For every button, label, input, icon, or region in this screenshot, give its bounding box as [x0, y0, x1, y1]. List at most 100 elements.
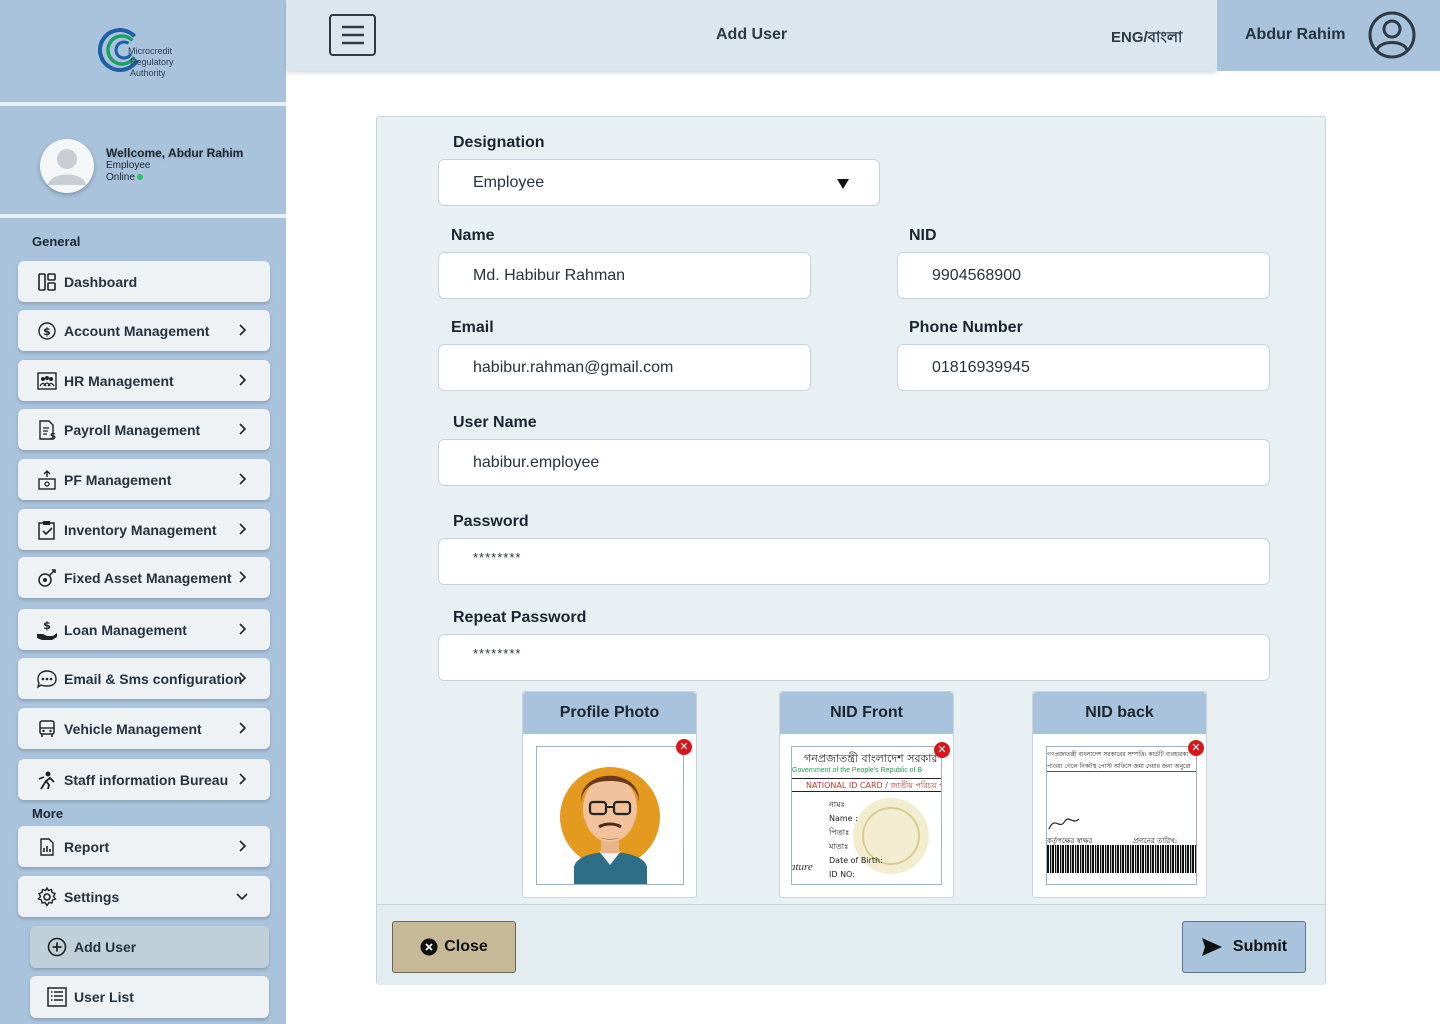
sidebar-item-label: Email & Sms configuration [64, 670, 243, 687]
sidebar-item-label: Dashboard [64, 273, 138, 290]
sidebar-item-payroll-management[interactable]: $ Payroll Management [18, 409, 270, 450]
nid-front-field: পিতাঃ [829, 828, 850, 837]
payroll-icon: $ [36, 419, 58, 441]
nid-front-title: NID Front [780, 692, 953, 734]
send-icon [1201, 938, 1222, 956]
chevron-right-icon [239, 423, 247, 435]
username-input[interactable]: habibur.employee [438, 439, 1270, 486]
chevron-right-icon [239, 773, 247, 785]
repeat-password-input[interactable]: ******** [438, 634, 1270, 681]
submit-button-label: Submit [1232, 938, 1288, 955]
password-input[interactable]: ******** [438, 538, 1270, 585]
close-circle-icon [420, 938, 438, 956]
sidebar-item-fixed-asset-management[interactable]: Fixed Asset Management [18, 557, 270, 598]
plus-circle-icon [46, 936, 68, 958]
nid-front-field: Date of Birth: [829, 856, 883, 865]
nid-back-barcode [1047, 845, 1196, 873]
chevron-right-icon [239, 473, 247, 485]
sidebar-item-loan-management[interactable]: $ Loan Management [18, 609, 270, 650]
nid-back-divider [1047, 771, 1196, 772]
password-label: Password [453, 513, 529, 530]
sidebar-item-report[interactable]: Report [18, 826, 270, 867]
profile-photo-title: Profile Photo [523, 692, 696, 734]
sidebar-item-label: Payroll Management [64, 421, 201, 438]
clipboard-check-icon [36, 519, 58, 541]
user-menu[interactable]: Abdur Rahim [1217, 0, 1440, 71]
chevron-right-icon [239, 722, 247, 734]
sidebar-item-settings[interactable]: Settings [18, 876, 270, 917]
hamburger-icon [341, 25, 364, 45]
nid-front-field: Name : [829, 814, 858, 823]
nid-front-divider [792, 778, 941, 779]
loan-hand-icon: $ [36, 619, 58, 641]
signature-scribble-icon [1048, 818, 1080, 830]
hamburger-menu-button[interactable] [329, 14, 376, 56]
designation-label: Designation [453, 134, 545, 151]
sidebar-subitem-add-user[interactable]: Add User [30, 926, 269, 968]
name-input[interactable]: Md. Habibur Rahman [438, 252, 811, 299]
sidebar-item-label: Vehicle Management [64, 720, 202, 737]
svg-text:$: $ [50, 432, 56, 440]
remove-nid-front-icon[interactable]: ✕ [934, 742, 950, 758]
profile-photo-image [560, 767, 660, 884]
language-toggle[interactable]: ENG/বাংলা [1111, 26, 1182, 51]
chevron-right-icon [239, 571, 247, 583]
nid-label: NID [909, 227, 937, 244]
close-button-label: Close [444, 938, 488, 955]
nid-front-field: ID NO: [829, 870, 855, 879]
top-header: Add User ENG/বাংলা [286, 0, 1217, 71]
section-more: More [32, 806, 64, 821]
remove-nid-back-icon[interactable]: ✕ [1188, 740, 1204, 756]
sidebar-subitem-label: Add User [74, 939, 137, 955]
sidebar-item-staff-information-bureau[interactable]: Staff information Bureau [18, 759, 270, 800]
brand-line-3: Authority [130, 68, 166, 78]
sidebar-subitem-user-list[interactable]: User List [30, 976, 269, 1018]
phone-input[interactable]: 01816939945 [897, 344, 1270, 391]
repeat-password-label: Repeat Password [453, 609, 587, 626]
nid-input[interactable]: 9904568900 [897, 252, 1270, 299]
pf-icon [36, 469, 58, 491]
sidebar-subitem-label: User List [74, 989, 134, 1005]
sidebar-item-label: Account Management [64, 322, 210, 339]
nid-front-upload[interactable]: NID Front গনপ্রজাতন্ত্রী বাংলাদেশ সরকার … [779, 691, 954, 898]
sidebar-item-label: PF Management [64, 471, 172, 488]
nid-back-upload[interactable]: NID back গণপ্রজাতন্ত্রী বাংলাদেশ সরকারের… [1032, 691, 1207, 898]
remove-profile-photo-icon[interactable]: ✕ [676, 739, 692, 755]
dashboard-icon [36, 271, 58, 293]
user-account-icon [1368, 11, 1416, 59]
role-text: Employee [106, 160, 151, 171]
nid-front-en-title: Government of the People's Republic of B [792, 767, 923, 774]
email-input[interactable]: habibur.rahman@gmail.com [438, 344, 811, 391]
form-footer: Close Submit [377, 904, 1325, 985]
close-button[interactable]: Close [392, 921, 516, 973]
sidebar-item-pf-management[interactable]: PF Management [18, 459, 270, 500]
nid-front-divider-2 [792, 791, 941, 792]
nid-back-line-1: গণপ্রজাতন্ত্রী বাংলাদেশ সরকারের সম্পত্তি… [1047, 751, 1189, 758]
brand-line-2: Regulatory [130, 57, 174, 67]
sidebar-item-account-management[interactable]: $ Account Management [18, 310, 270, 351]
nid-front-preview: গনপ্রজাতন্ত্রী বাংলাদেশ সরকার Government… [791, 746, 942, 885]
logo-text: Microcredit Regulatory Authority [128, 46, 174, 79]
sidebar-item-inventory-management[interactable]: Inventory Management [18, 509, 270, 550]
sidebar-item-hr-management[interactable]: HR Management [18, 360, 270, 401]
sidebar-item-vehicle-management[interactable]: Vehicle Management [18, 708, 270, 749]
sidebar-item-label: Settings [64, 888, 120, 905]
sidebar-item-email-sms-configuration[interactable]: Email & Sms configuration [18, 658, 270, 699]
gear-icon [36, 886, 58, 908]
profile-photo-preview [536, 746, 684, 885]
phone-label: Phone Number [909, 319, 1023, 336]
nid-front-signature: ature [791, 861, 813, 873]
designation-select[interactable]: Employee [438, 159, 880, 206]
chevron-right-icon [239, 672, 247, 684]
profile-photo-upload[interactable]: Profile Photo ✕ [522, 691, 697, 898]
add-user-form: Designation Employee Name Md. Habibur Ra… [376, 116, 1326, 985]
chevron-right-icon [239, 374, 247, 386]
chat-icon [36, 668, 58, 690]
list-icon [46, 986, 68, 1008]
submit-button[interactable]: Submit [1182, 921, 1306, 973]
name-label: Name [451, 227, 495, 244]
sidebar-item-dashboard[interactable]: Dashboard [18, 261, 270, 302]
section-general: General [32, 234, 81, 249]
team-icon [36, 370, 58, 392]
welcome-text: Wellcome, Abdur Rahim [106, 146, 244, 160]
